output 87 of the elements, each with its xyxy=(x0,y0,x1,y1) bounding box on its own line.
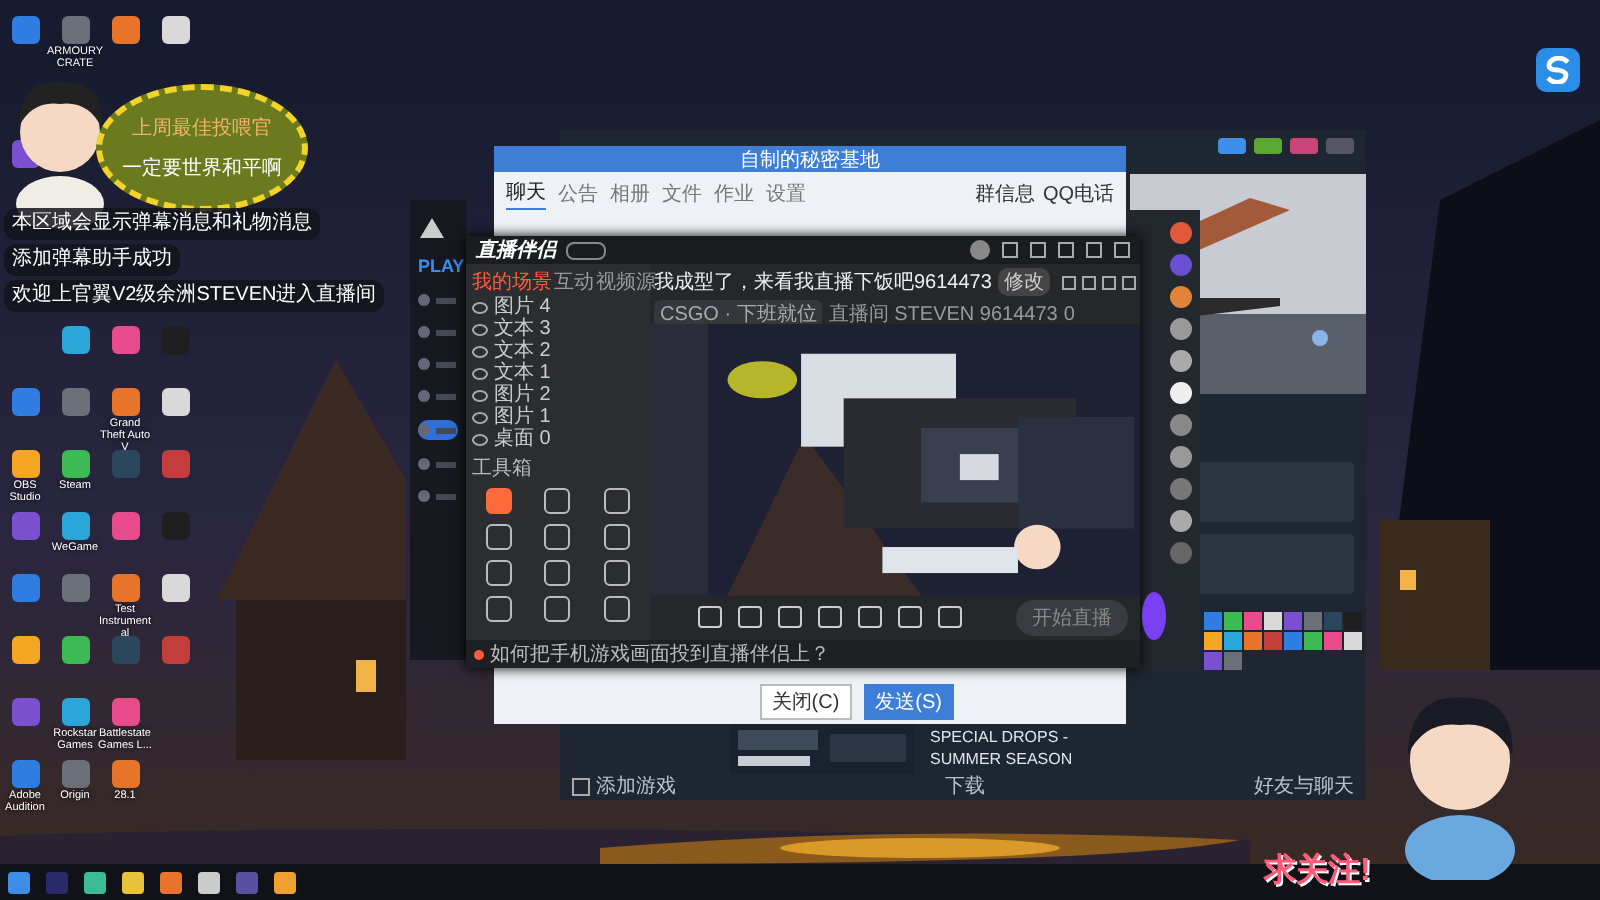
taskbar-icon[interactable] xyxy=(8,871,30,893)
app-icon[interactable] xyxy=(11,450,39,478)
app-icon[interactable] xyxy=(161,574,189,602)
nav-item[interactable] xyxy=(418,456,458,472)
source-item[interactable]: 文本 1 xyxy=(494,364,551,384)
nav-item[interactable] xyxy=(418,324,458,340)
source-item[interactable]: 桌面 0 xyxy=(494,430,551,450)
source-item[interactable]: 图片 4 xyxy=(494,298,551,318)
tab[interactable]: 互动 xyxy=(554,268,594,296)
tab[interactable]: 文件 xyxy=(662,179,702,209)
tab[interactable]: 相册 xyxy=(610,179,650,209)
edit-button[interactable]: 修改 xyxy=(997,268,1050,296)
toolbar-button[interactable]: QQ电话 xyxy=(1042,180,1114,208)
tool-icon[interactable] xyxy=(544,596,571,622)
nav-item[interactable] xyxy=(418,356,458,372)
chat-message: 添加弹幕助手成功 xyxy=(4,244,180,276)
chat-message: 欢迎上官翼V2级余洲STEVEN进入直播间 xyxy=(4,280,385,312)
viewer-count: 0 xyxy=(1063,303,1075,325)
nav-item[interactable] xyxy=(418,420,458,440)
tip-icon xyxy=(474,649,484,659)
tool-icon[interactable] xyxy=(485,560,512,586)
tab[interactable]: 我的场景 xyxy=(472,268,552,296)
nav-item[interactable] xyxy=(418,388,458,404)
app-icon[interactable] xyxy=(61,636,89,664)
control-icon[interactable] xyxy=(898,606,922,629)
app-icon[interactable] xyxy=(1536,48,1580,92)
control-icon[interactable] xyxy=(938,606,962,629)
add-game-button[interactable]: 添加游戏 xyxy=(572,772,676,800)
app-logo: 直播伴侣 xyxy=(476,237,556,264)
send-button[interactable]: 发送(S) xyxy=(863,684,954,720)
avatar-icon[interactable] xyxy=(1170,510,1192,532)
tool-icon[interactable] xyxy=(544,524,571,550)
close-button[interactable]: 关闭(C) xyxy=(759,684,852,720)
app-icon[interactable] xyxy=(161,388,189,416)
taskbar-icon[interactable] xyxy=(84,871,106,893)
tool-icon[interactable] xyxy=(544,560,571,586)
tab[interactable]: 公告 xyxy=(558,179,598,209)
app-icon[interactable] xyxy=(61,450,89,478)
bubble-text: 上周最佳投喂官 xyxy=(132,115,272,142)
nav-item[interactable] xyxy=(418,488,458,504)
friends-chat-label[interactable]: 好友与聊天 xyxy=(1254,772,1354,800)
taskbar-icon[interactable] xyxy=(122,871,144,893)
status-icon[interactable] xyxy=(1254,138,1282,154)
chat-message: 本区域会显示弹幕消息和礼物消息 xyxy=(4,208,320,240)
bubble-text: 一定要世界和平啊 xyxy=(122,155,282,182)
room-title: 我成型了，来看我直播下饭吧9614473 xyxy=(654,269,992,296)
control-icon[interactable] xyxy=(778,606,802,629)
tool-icon[interactable] xyxy=(604,560,631,586)
tab[interactable]: 作业 xyxy=(714,179,754,209)
source-item[interactable]: 文本 3 xyxy=(494,320,551,340)
tool-icon[interactable] xyxy=(485,488,512,514)
control-icon[interactable] xyxy=(698,606,722,629)
control-icon[interactable] xyxy=(818,606,842,629)
source-item[interactable]: 图片 1 xyxy=(494,408,551,428)
app-icon[interactable] xyxy=(11,636,39,664)
room-info: 直播间 STEVEN 9614473 xyxy=(828,301,1058,328)
taskbar-icon[interactable] xyxy=(198,871,220,893)
news-title[interactable]: SPECIAL DROPS - SUMMER SEASON xyxy=(930,726,1110,770)
taskbar-icon[interactable] xyxy=(160,871,182,893)
section-title: 工具箱 xyxy=(472,456,534,482)
toolbar-button[interactable]: 群信息 xyxy=(974,180,1035,208)
tool-icon[interactable] xyxy=(604,488,631,514)
avatar-icon[interactable] xyxy=(1170,446,1192,468)
tool-icon[interactable] xyxy=(485,524,512,550)
app-icon[interactable] xyxy=(161,16,189,44)
control-icon[interactable] xyxy=(738,606,762,629)
notification-icon[interactable] xyxy=(1218,138,1246,154)
source-item[interactable]: 图片 2 xyxy=(494,386,551,406)
tab[interactable]: 设置 xyxy=(766,179,806,209)
tool-icon[interactable] xyxy=(485,596,512,622)
nav-item[interactable] xyxy=(418,292,458,308)
tab[interactable]: 聊天 xyxy=(506,178,546,210)
tool-icon[interactable] xyxy=(604,524,631,550)
source-item[interactable]: 文本 2 xyxy=(494,342,551,362)
tab[interactable]: 视频源 xyxy=(596,268,656,296)
tip-link[interactable]: 如何把手机游戏画面投到直播伴侣上？ xyxy=(490,640,830,668)
toggle-icon[interactable] xyxy=(566,241,606,259)
tool-icon[interactable] xyxy=(544,488,571,514)
window-title: 自制的秘密基地 xyxy=(740,147,880,173)
app-icon[interactable] xyxy=(111,16,139,44)
tool-icon[interactable] xyxy=(604,596,631,622)
taskbar-icon[interactable] xyxy=(274,871,296,893)
downloads-label[interactable]: 下载 xyxy=(945,772,985,800)
app-icon[interactable] xyxy=(61,326,89,354)
follow-text: 求关注! xyxy=(1264,850,1371,892)
logo-icon xyxy=(418,216,446,240)
control-icon[interactable] xyxy=(858,606,882,629)
